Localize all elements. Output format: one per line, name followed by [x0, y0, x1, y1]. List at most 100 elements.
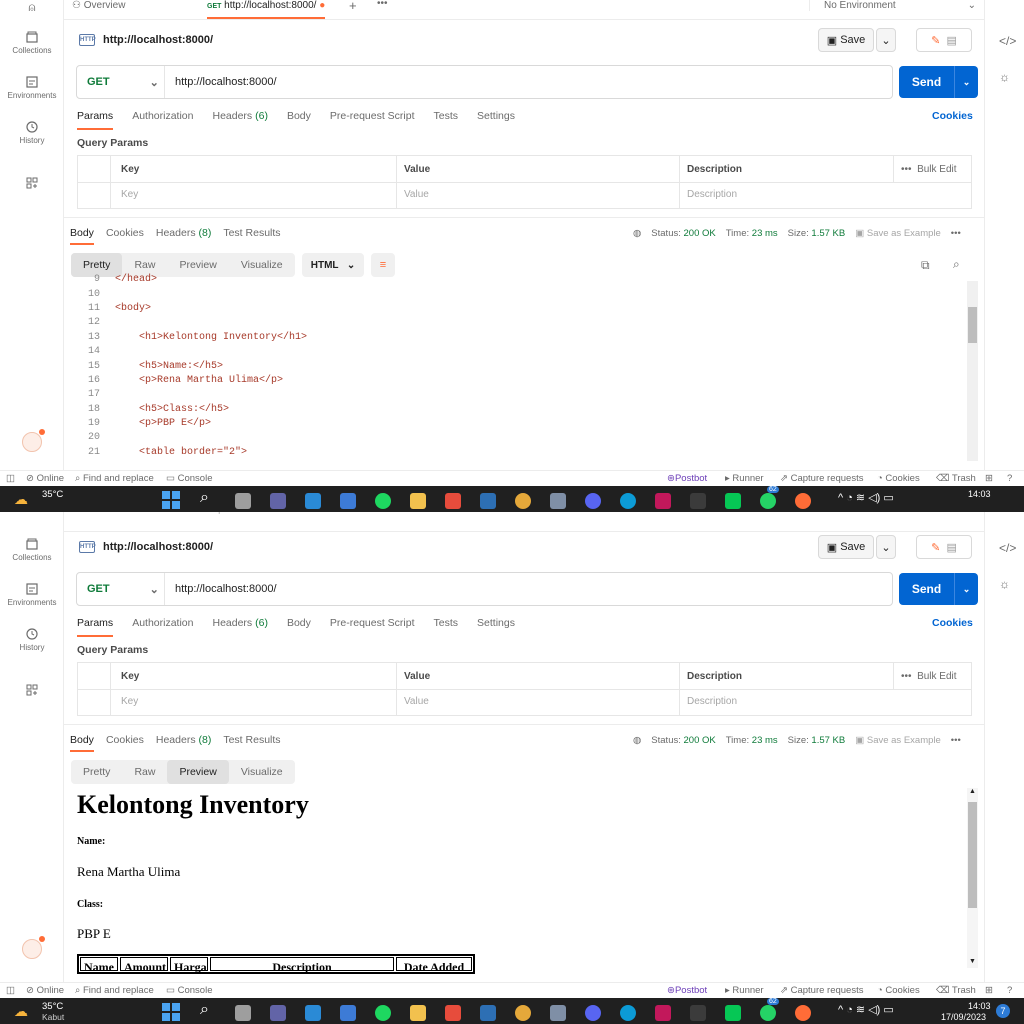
key-input[interactable]: Key [121, 189, 138, 200]
description-input[interactable]: Description [687, 696, 737, 707]
edge-icon[interactable] [620, 493, 636, 509]
tab-response-headers[interactable]: Headers (8) [156, 227, 211, 245]
search-icon[interactable]: ⌕ [200, 489, 209, 507]
runner-button[interactable]: ▸ Runner [725, 985, 764, 996]
team-icon[interactable] [22, 936, 45, 959]
request-tab[interactable]: GET http://localhost:8000/ ● [207, 0, 326, 19]
globe-icon[interactable]: ◍ [633, 228, 641, 239]
bulk-edit-button[interactable]: ••• Bulk Edit [901, 671, 957, 682]
python-icon[interactable] [340, 493, 356, 509]
spotify-icon[interactable] [375, 493, 391, 509]
postbot-button[interactable]: ⊛Postbot [667, 473, 707, 484]
tab-params[interactable]: Params [77, 617, 114, 637]
find-replace-button[interactable]: ⌕ Find and replace [75, 473, 154, 484]
jetbrains-icon[interactable] [655, 493, 671, 509]
view-visualize[interactable]: Visualize [229, 253, 295, 277]
sidebar-item-collections[interactable]: Collections [0, 537, 64, 562]
chevron-down-icon[interactable]: ⌄ [954, 573, 978, 605]
environment-select[interactable]: No Environment [887, 512, 959, 515]
lightbulb-icon[interactable]: ☼ [999, 70, 1010, 84]
edit-docs-toggle[interactable]: ✎ ▤ [916, 28, 972, 52]
mysql-icon[interactable] [480, 1005, 496, 1021]
value-input[interactable]: Value [404, 696, 429, 707]
save-as-example-button[interactable]: ▣ Save as Example [855, 735, 941, 746]
overview-tab[interactable]: ⚇ Overview [72, 512, 125, 515]
sidebar-item-environments[interactable]: Environments [0, 75, 64, 100]
overview-tab[interactable]: ⚇ Overview [72, 0, 125, 11]
code-icon[interactable]: </> [999, 34, 1016, 48]
tab-response-cookies[interactable]: Cookies [106, 734, 144, 752]
sidebar-item-environments[interactable]: Environments [0, 582, 64, 607]
teams-icon[interactable] [270, 493, 286, 509]
system-tray-icons[interactable]: ^ ◔ ≋ ◁) ▭ [838, 1003, 894, 1016]
console-button[interactable]: ▭ Console [166, 985, 212, 996]
clock-date[interactable]: 17/09/2023 [941, 1012, 986, 1022]
save-button[interactable]: ▣ Save [818, 28, 874, 52]
task-view-icon[interactable] [235, 1005, 251, 1021]
scroll-down-icon[interactable]: ▼ [969, 958, 976, 965]
more-icon[interactable]: ••• [951, 735, 961, 746]
cookies-button[interactable]: ◔ Cookies [877, 473, 920, 484]
task-view-icon[interactable] [235, 493, 251, 509]
code-icon[interactable]: </> [999, 541, 1016, 555]
postman-icon[interactable] [795, 1005, 811, 1021]
sidebar-item-apps[interactable] [0, 176, 64, 192]
bulk-edit-button[interactable]: ••• Bulk Edit [901, 164, 957, 175]
new-tab-icon[interactable]: + [349, 0, 357, 13]
capture-requests-button[interactable]: ⇗ Capture requests [780, 985, 863, 996]
vscode-icon[interactable] [305, 1005, 321, 1021]
store-icon[interactable] [445, 493, 461, 509]
description-input[interactable]: Description [687, 189, 737, 200]
tab-settings[interactable]: Settings [477, 617, 515, 637]
view-preview[interactable]: Preview [167, 760, 229, 784]
mysql-icon[interactable] [480, 493, 496, 509]
view-preview[interactable]: Preview [167, 253, 228, 277]
request-title[interactable]: http://localhost:8000/ [103, 34, 213, 46]
response-size[interactable]: 1.57 KB [811, 228, 845, 239]
tab-headers[interactable]: Headers (6) [212, 617, 267, 637]
online-status[interactable]: ⊘ Online [26, 473, 64, 484]
edit-docs-toggle[interactable]: ✎ ▤ [916, 535, 972, 559]
jetbrains-icon[interactable] [655, 1005, 671, 1021]
line-icon[interactable] [725, 1005, 741, 1021]
url-input[interactable]: http://localhost:8000/ [165, 583, 277, 595]
request-title[interactable]: http://localhost:8000/ [103, 541, 213, 553]
cookies-link[interactable]: Cookies [932, 617, 973, 629]
method-select[interactable]: GET ⌄ [77, 66, 165, 98]
app-icon[interactable] [690, 1005, 706, 1021]
tab-settings[interactable]: Settings [477, 110, 515, 130]
format-select[interactable]: HTML ⌄ [302, 253, 364, 277]
copy-icon[interactable]: ⧉ [921, 258, 930, 273]
toggle-sidebar-icon[interactable]: ◫ [6, 473, 15, 484]
status-code[interactable]: 200 OK [684, 735, 716, 746]
tab-headers[interactable]: Headers (6) [212, 110, 267, 130]
value-input[interactable]: Value [404, 189, 429, 200]
save-button[interactable]: ▣ Save [818, 535, 874, 559]
line-icon[interactable] [725, 493, 741, 509]
response-size[interactable]: 1.57 KB [811, 735, 845, 746]
tab-body[interactable]: Body [287, 617, 311, 637]
tab-response-body[interactable]: Body [70, 227, 94, 245]
layout-icon[interactable]: ⊞ [985, 473, 993, 484]
chevron-down-icon[interactable]: ⌄ [954, 66, 978, 98]
discord-icon[interactable] [585, 1005, 601, 1021]
tab-params[interactable]: Params [77, 110, 114, 130]
tab-tests[interactable]: Tests [434, 110, 459, 130]
tab-body[interactable]: Body [287, 110, 311, 130]
chrome-icon[interactable] [515, 493, 531, 509]
tab-response-headers[interactable]: Headers (8) [156, 734, 211, 752]
weather-icon[interactable]: ☁ [14, 491, 28, 508]
team-icon[interactable] [22, 429, 45, 452]
trash-button[interactable]: ⌫ Trash [936, 985, 976, 996]
help-icon[interactable]: ? [1007, 985, 1012, 996]
file-explorer-icon[interactable] [410, 493, 426, 509]
trash-button[interactable]: ⌫ Trash [936, 473, 976, 484]
scroll-up-icon[interactable]: ▲ [969, 788, 976, 795]
vscode-icon[interactable] [305, 493, 321, 509]
spotify-icon[interactable] [375, 1005, 391, 1021]
cube-icon[interactable] [550, 1005, 566, 1021]
chrome-icon[interactable] [515, 1005, 531, 1021]
tab-response-body[interactable]: Body [70, 734, 94, 752]
sidebar-item-history[interactable]: History [0, 120, 64, 145]
tab-test-results[interactable]: Test Results [223, 734, 280, 752]
